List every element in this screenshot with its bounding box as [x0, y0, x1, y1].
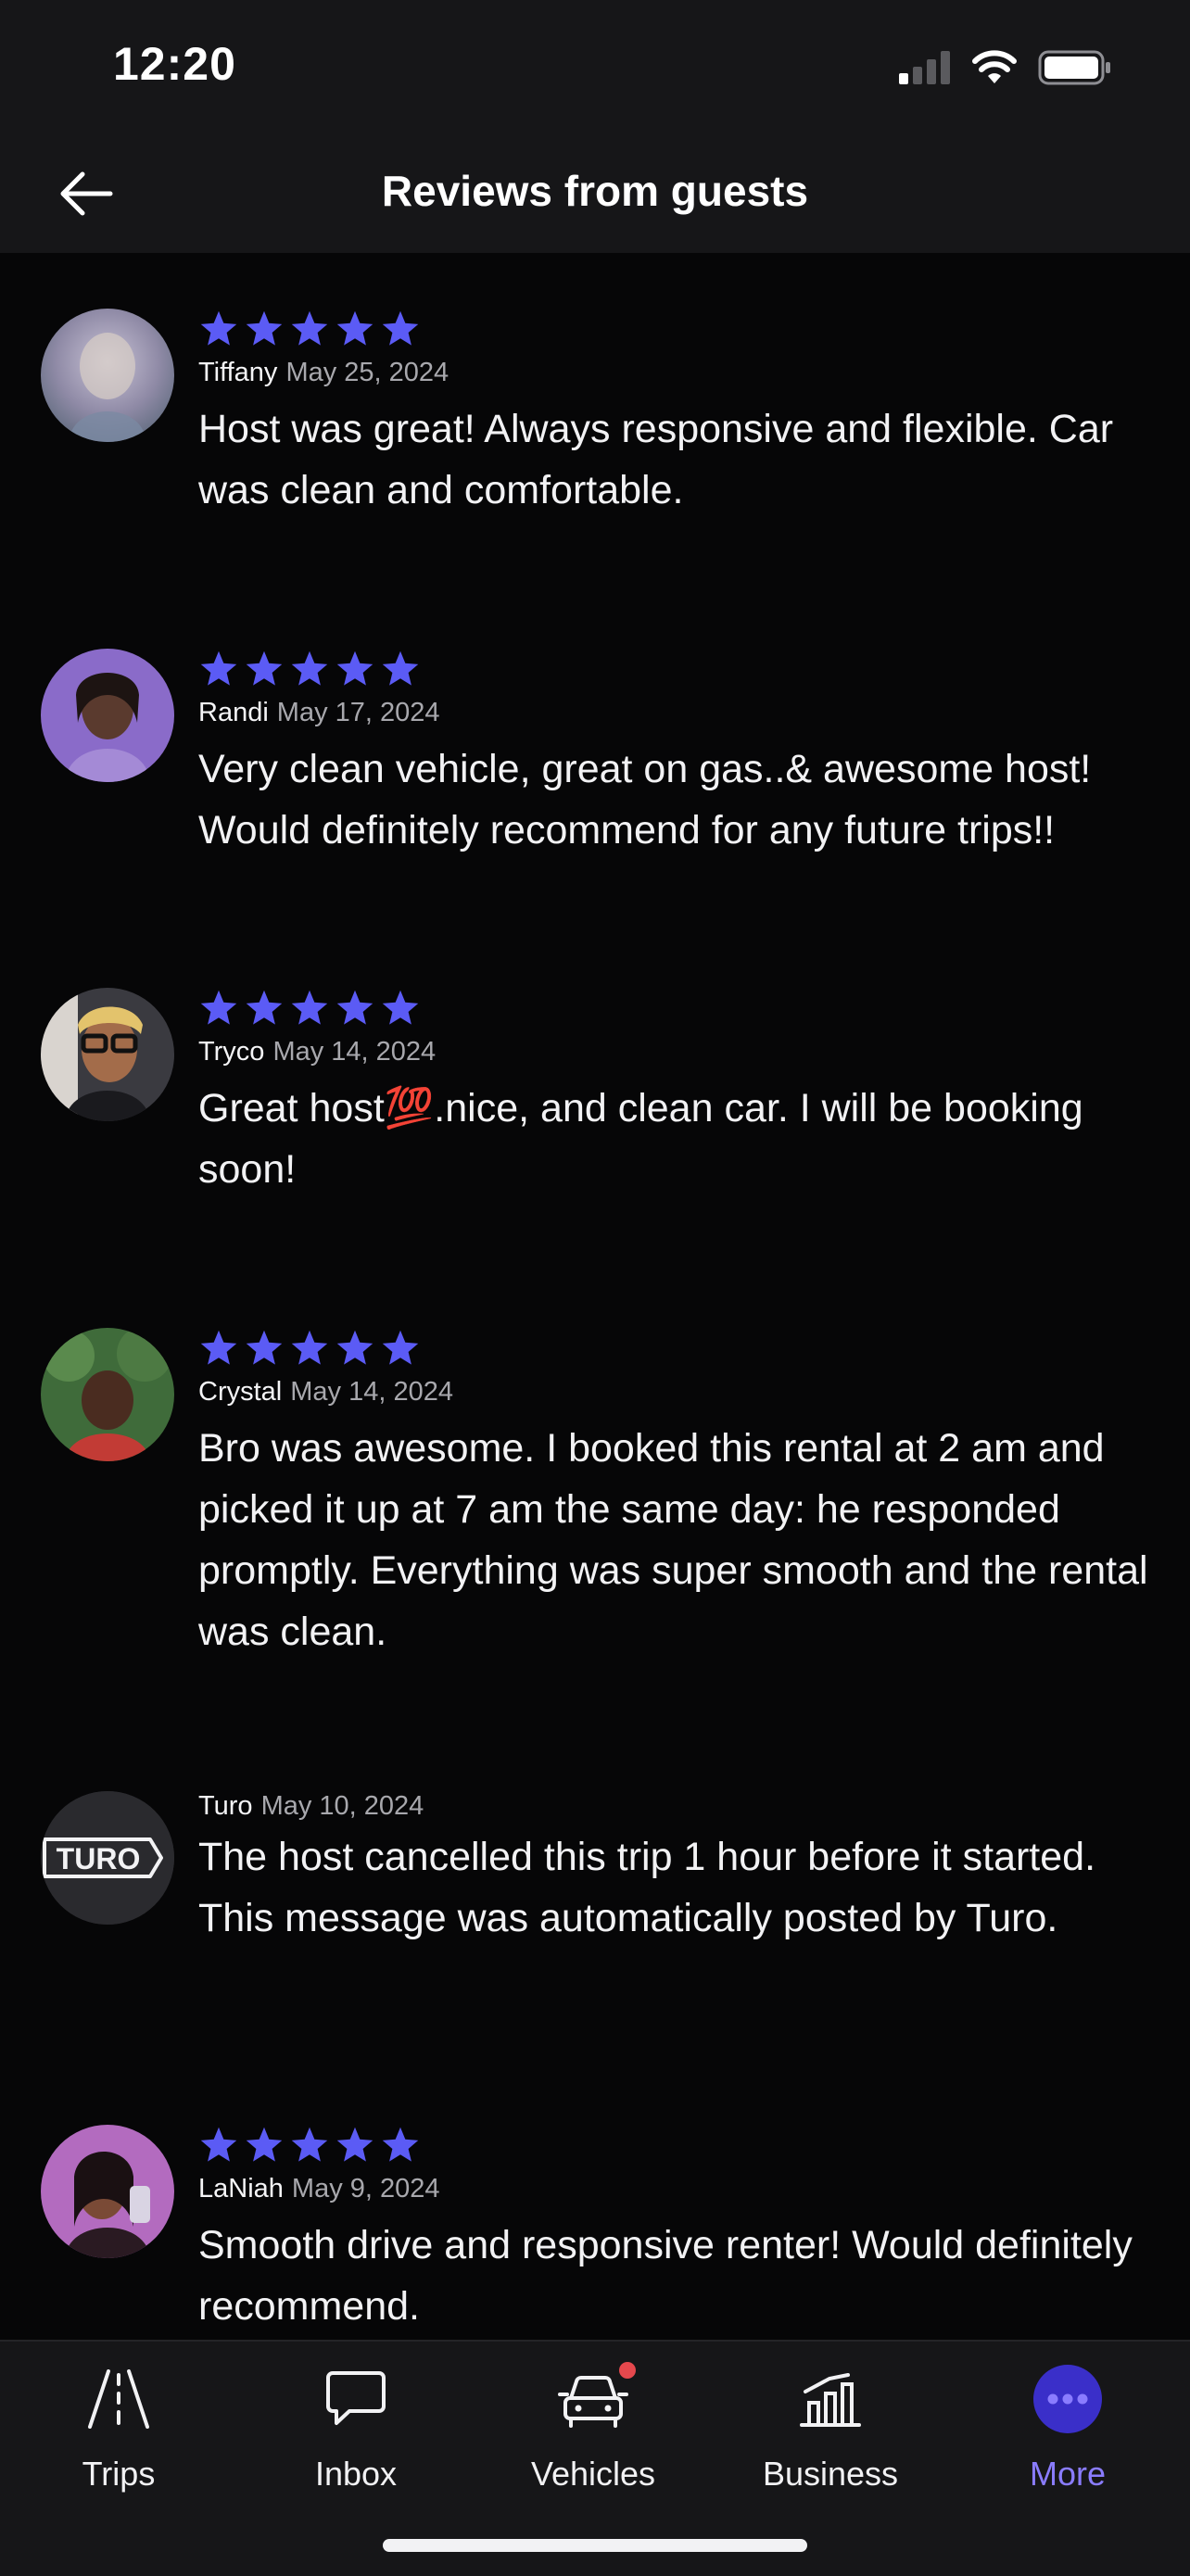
- review-date: May 10, 2024: [260, 1791, 424, 1821]
- bar-chart-icon: [800, 2373, 861, 2427]
- star-icon: [291, 310, 328, 346]
- reviews-list[interactable]: Tiffany May 25, 2024 Host was great! Alwa…: [0, 253, 1190, 2340]
- star-icon: [336, 2127, 373, 2162]
- star-icon: [246, 650, 283, 686]
- star-rating: [198, 2125, 421, 2166]
- notification-badge: [619, 2362, 636, 2379]
- reviewer-avatar[interactable]: [41, 649, 174, 782]
- chat-bubble-icon: [326, 2371, 386, 2425]
- tab-vehicles[interactable]: Vehicles: [475, 2342, 712, 2527]
- star-rating: [198, 309, 421, 349]
- review-meta: Tiffany May 25, 2024: [198, 358, 449, 388]
- tab-inbox[interactable]: Inbox: [237, 2342, 475, 2527]
- star-icon: [200, 310, 237, 346]
- navigation-header: Reviews from guests: [0, 134, 1190, 253]
- star-icon: [246, 2127, 283, 2162]
- review-text: Smooth drive and responsive renter! Woul…: [198, 2223, 1133, 2329]
- reviewer-name[interactable]: Tryco: [198, 1037, 264, 1067]
- star-icon: [291, 1330, 328, 1365]
- status-bar: 12:20: [0, 0, 1190, 134]
- star-icon: [200, 1330, 237, 1365]
- reviewer-avatar[interactable]: [41, 988, 174, 1121]
- tab-label: Inbox: [314, 2455, 398, 2493]
- more-dots-icon: [1033, 2365, 1102, 2433]
- review-meta: Randi May 17, 2024: [198, 698, 440, 728]
- tab-trips[interactable]: Trips: [0, 2342, 237, 2527]
- battery-icon: [1038, 50, 1110, 85]
- tab-more[interactable]: More: [949, 2342, 1186, 2527]
- cellular-signal-icon: [899, 51, 950, 84]
- star-rating: [198, 988, 421, 1029]
- star-icon: [246, 1330, 283, 1365]
- status-icons: [899, 44, 1112, 91]
- tab-label: Trips: [82, 2455, 156, 2493]
- star-icon: [291, 990, 328, 1025]
- star-icon: [382, 650, 419, 686]
- review-text: Host was great! Always responsive and fl…: [198, 407, 1114, 512]
- review-meta: Turo May 10, 2024: [198, 1791, 424, 1822]
- reviewer-name[interactable]: Tiffany: [198, 358, 277, 387]
- star-icon: [246, 990, 283, 1025]
- review-text: Great host💯.nice, and clean car. I will …: [198, 1086, 1083, 1192]
- star-icon: [336, 650, 373, 686]
- review-date: May 14, 2024: [272, 1037, 437, 1067]
- star-icon: [291, 650, 328, 686]
- star-rating: [198, 1328, 421, 1369]
- review-text: The host cancelled this trip 1 hour befo…: [198, 1835, 1096, 1940]
- review-text: Very clean vehicle, great on gas..& awes…: [198, 747, 1092, 852]
- reviewer-avatar[interactable]: [41, 2125, 174, 2258]
- page-title: Reviews from guests: [381, 167, 809, 215]
- star-icon: [336, 1330, 373, 1365]
- review-meta: LaNiah May 9, 2024: [198, 2174, 440, 2204]
- star-icon: [336, 310, 373, 346]
- review-date: May 17, 2024: [276, 698, 440, 727]
- star-icon: [336, 990, 373, 1025]
- review-text: Bro was awesome. I booked this rental at…: [198, 1426, 1148, 1654]
- star-icon: [200, 2127, 237, 2162]
- star-icon: [382, 990, 419, 1025]
- review-date: May 25, 2024: [285, 358, 449, 387]
- star-icon: [382, 1330, 419, 1365]
- reviewer-name[interactable]: Crystal: [198, 1377, 282, 1407]
- tab-business[interactable]: Business: [712, 2342, 949, 2527]
- car-icon: [558, 2376, 628, 2428]
- review-meta: Tryco May 14, 2024: [198, 1037, 436, 1067]
- road-icon: [88, 2369, 149, 2429]
- tab-label: Business: [762, 2455, 899, 2493]
- wifi-icon: [972, 50, 1017, 83]
- reviewer-avatar[interactable]: [41, 1328, 174, 1461]
- turo-logo-avatar[interactable]: TURO: [41, 1791, 174, 1925]
- turo-logo-text: TURO: [57, 1842, 141, 1875]
- review-meta: Crystal May 14, 2024: [198, 1377, 453, 1408]
- star-icon: [382, 310, 419, 346]
- star-icon: [246, 310, 283, 346]
- star-icon: [200, 650, 237, 686]
- review-date: May 9, 2024: [291, 2174, 440, 2203]
- reviewer-name[interactable]: LaNiah: [198, 2174, 284, 2203]
- reviewer-name[interactable]: Randi: [198, 698, 269, 727]
- status-time: 12:20: [113, 38, 236, 90]
- star-icon: [291, 2127, 328, 2162]
- home-indicator[interactable]: [383, 2539, 807, 2552]
- reviewer-avatar[interactable]: [41, 309, 174, 442]
- reviewer-name[interactable]: Turo: [198, 1791, 253, 1821]
- tab-label: Vehicles: [530, 2455, 656, 2493]
- tab-label: More: [1029, 2455, 1107, 2493]
- star-rating: [198, 649, 421, 689]
- review-date: May 14, 2024: [290, 1377, 453, 1407]
- star-icon: [200, 990, 237, 1025]
- star-icon: [382, 2127, 419, 2162]
